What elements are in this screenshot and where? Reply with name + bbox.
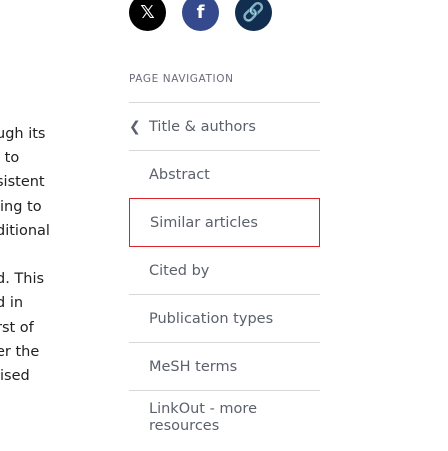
nav-item-cited-by[interactable]: Cited by	[129, 247, 320, 295]
page-navigation-title: PAGE NAVIGATION	[129, 73, 234, 85]
text-line: lised	[0, 367, 30, 384]
nav-item-similar-articles[interactable]: Similar articles	[129, 198, 320, 247]
nav-item-abstract[interactable]: Abstract	[129, 151, 320, 199]
nav-label: Abstract	[149, 166, 210, 183]
text-line: rst of	[0, 319, 34, 336]
nav-label: Publication types	[149, 310, 274, 327]
nav-label: Cited by	[149, 262, 210, 279]
text-line: ling to	[0, 198, 42, 215]
text-line: ditional	[0, 222, 50, 239]
nav-item-mesh-terms[interactable]: MeSH terms	[129, 343, 320, 391]
text-line: ugh its	[0, 126, 46, 142]
share-buttons: 𝕏 f 🔗	[129, 0, 272, 31]
x-icon[interactable]: 𝕏	[129, 0, 166, 31]
text-line: l to	[0, 150, 20, 167]
text-line: d in	[0, 295, 24, 312]
nav-label: Similar articles	[150, 214, 258, 231]
nav-label: Title & authors	[149, 118, 256, 135]
nav-item-linkout[interactable]: LinkOut - more resources	[129, 391, 320, 451]
nav-item-title-authors[interactable]: ❮ Title & authors	[129, 103, 320, 151]
facebook-icon[interactable]: f	[182, 0, 219, 31]
text-line: er the	[0, 343, 40, 360]
nav-label: MeSH terms	[149, 358, 238, 375]
chevron-left-icon: ❮	[129, 118, 141, 135]
link-icon[interactable]: 🔗	[235, 0, 272, 31]
nav-label: LinkOut - more resources	[149, 401, 257, 434]
text-line: sistent	[0, 174, 45, 191]
nav-item-publication-types[interactable]: Publication types	[129, 295, 320, 343]
text-line: d. This	[0, 271, 45, 288]
text-line	[0, 243, 56, 267]
article-body-text: ugh its l to sistent ling to ditional d.…	[0, 122, 56, 412]
text-line: .	[0, 388, 56, 412]
page-navigation: ❮ Title & authors Abstract Similar articl…	[129, 102, 320, 451]
